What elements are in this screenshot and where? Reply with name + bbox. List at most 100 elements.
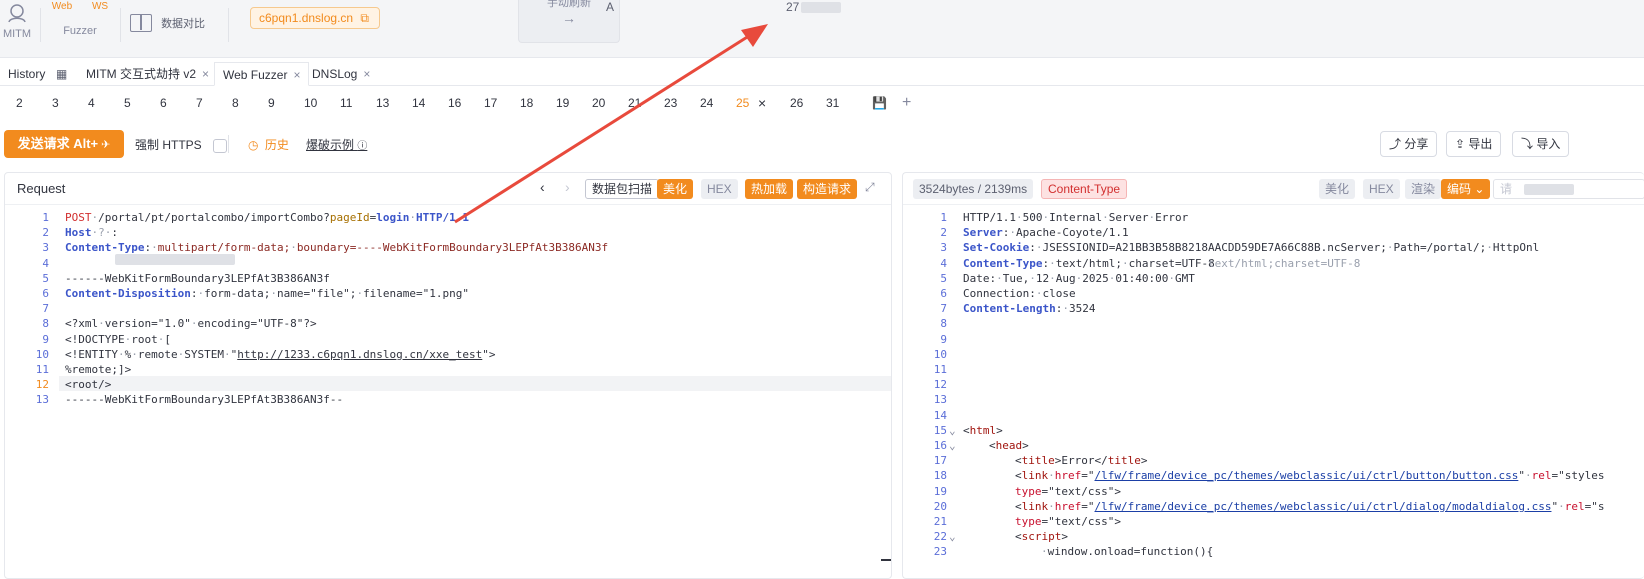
line-number: 4	[940, 256, 947, 270]
tab-label: MITM 交互式劫持 v2	[86, 67, 196, 81]
compare-tool[interactable]: 数据对比	[130, 14, 212, 34]
code-line: Content-Disposition:·form-data;·name="fi…	[65, 287, 470, 300]
fold-icon[interactable]: ⌄	[949, 439, 956, 452]
tab-mitm[interactable]: MITM 交互式劫持 v2 ×	[86, 62, 209, 86]
hex-button[interactable]: HEX	[701, 179, 738, 199]
render-button[interactable]: 渲染	[1405, 179, 1442, 199]
subtab-21[interactable]: 21	[628, 89, 641, 117]
subtab-4[interactable]: 4	[88, 89, 95, 117]
share-icon: ⤴	[1389, 137, 1405, 151]
refresh-panel[interactable]: 手动刷新 →	[518, 0, 620, 43]
export-button[interactable]: ⇪ 导出	[1446, 131, 1502, 157]
subtab-31[interactable]: 31	[826, 89, 839, 117]
line-number: 13	[35, 393, 49, 407]
scan-button[interactable]: 数据包扫描	[585, 179, 660, 199]
history-button[interactable]: ◷ 历史	[248, 136, 289, 153]
subtab-13[interactable]: 13	[376, 89, 389, 117]
web-fuzzer-icon[interactable]: Web	[50, 0, 74, 18]
content-type-hint: text/html;charset=UTF-8	[1208, 256, 1361, 270]
dnslog-domain-chip[interactable]: c6pqn1.dnslog.cn ⧉	[250, 7, 380, 29]
subtab-2[interactable]: 2	[16, 89, 23, 117]
line-number: 9	[940, 332, 947, 346]
chevron-left-icon[interactable]: ‹	[540, 179, 545, 195]
subtab-label: 23	[664, 96, 678, 110]
hotload-button[interactable]: 热加载	[745, 179, 794, 199]
subtab-18[interactable]: 18	[520, 89, 533, 117]
line-number: 8	[940, 317, 947, 331]
response-header: 3524bytes / 2139ms Content-Type 美化 HEX 渲…	[903, 173, 1644, 205]
tab-web-fuzzer[interactable]: Web Fuzzer ×	[214, 62, 310, 86]
fold-icon[interactable]: ⌄	[949, 424, 956, 437]
subtab-20[interactable]: 20	[592, 89, 605, 117]
subtab-10[interactable]: 10	[304, 89, 317, 117]
response-hex-button[interactable]: HEX	[1363, 179, 1400, 199]
tab-history[interactable]: History	[8, 62, 45, 86]
chevron-right-icon[interactable]: ›	[565, 179, 570, 195]
subtab-label: 16	[448, 96, 462, 110]
subtab-label: 10	[304, 96, 318, 110]
ws-fuzzer-icon[interactable]: WS	[88, 0, 112, 18]
subtab-9[interactable]: 9	[268, 89, 275, 117]
code-line: Connection:·close	[963, 287, 1076, 300]
top-toolbar: MITM Web WS Fuzzer 数据对比 c6pqn1.dnslog.cn…	[0, 0, 1644, 58]
subtab-17[interactable]: 17	[484, 89, 497, 117]
web-icon-label: Web	[51, 1, 73, 12]
add-tab-icon[interactable]: +	[902, 89, 911, 117]
line-number: 16	[933, 439, 947, 452]
chevron-down-icon: ⌄	[1471, 182, 1485, 196]
example-link[interactable]: 爆破示例 ⓘ	[306, 136, 367, 153]
close-icon[interactable]: ×	[293, 68, 300, 82]
fullscreen-icon[interactable]: ⤢	[865, 180, 875, 195]
export-icon: ⇪	[1455, 137, 1469, 151]
fold-icon[interactable]: ⌄	[949, 530, 956, 543]
subtab-16[interactable]: 16	[448, 89, 461, 117]
subtab-label: 18	[520, 96, 534, 110]
subtab-25[interactable]: 25	[736, 89, 749, 117]
subtab-26[interactable]: 26	[790, 89, 803, 117]
line-number: 7	[940, 302, 947, 316]
subtab-label: 31	[826, 96, 840, 110]
line-number: 7	[42, 302, 49, 316]
subtab-24[interactable]: 24	[700, 89, 713, 117]
subtab-11[interactable]: 11	[340, 89, 352, 117]
mitm-tool[interactable]: MITM	[0, 2, 34, 42]
subtab-8[interactable]: 8	[232, 89, 239, 117]
mitm-icon	[8, 4, 26, 23]
subtab-14[interactable]: 14	[412, 89, 425, 117]
copy-icon[interactable]: ⧉	[360, 11, 369, 25]
subtab-label: 24	[700, 96, 714, 110]
force-https-toggle[interactable]: 强制 HTTPS	[135, 136, 228, 153]
code-line: ------WebKitFormBoundary3LEPfAt3B386AN3f…	[65, 393, 344, 407]
line-number: 12	[35, 378, 49, 392]
table-icon[interactable]: ▦	[56, 62, 67, 86]
save-icon[interactable]: 💾	[872, 89, 887, 117]
response-pane: 3524bytes / 2139ms Content-Type 美化 HEX 渲…	[902, 172, 1644, 579]
subtab-19[interactable]: 19	[556, 89, 569, 117]
line-number: 2	[42, 226, 49, 240]
subtab-23[interactable]: 23	[664, 89, 677, 117]
build-request-button[interactable]: 构造请求	[797, 179, 858, 199]
send-request-button[interactable]: 发送请求 Alt+ ✈	[4, 130, 124, 158]
line-number: 1	[940, 211, 947, 224]
share-label: 分享	[1404, 137, 1429, 151]
response-search-input[interactable]: 请	[1493, 179, 1644, 199]
force-https-checkbox[interactable]	[213, 138, 228, 153]
line-number: 13	[933, 393, 947, 407]
beautify-button[interactable]: 美化	[657, 179, 694, 199]
close-icon[interactable]: ×	[758, 89, 766, 117]
subtab-7[interactable]: 7	[196, 89, 203, 117]
line-number: 10	[35, 347, 49, 361]
import-button[interactable]: ⤵ 导入	[1512, 131, 1570, 157]
close-icon[interactable]: ×	[202, 67, 209, 81]
line-number: 23	[933, 545, 947, 559]
close-icon[interactable]: ×	[363, 67, 370, 81]
subtab-3[interactable]: 3	[52, 89, 59, 117]
tab-dnslog[interactable]: DNSLog ×	[312, 62, 370, 86]
subtab-6[interactable]: 6	[160, 89, 167, 117]
code-line: Date:·Tue,·12·Aug·2025·01:40:00·GMT	[963, 271, 1195, 285]
response-beautify-button[interactable]: 美化	[1319, 179, 1356, 199]
encode-dropdown[interactable]: 编码 ⌄	[1441, 179, 1491, 199]
share-button[interactable]: ⤴ 分享	[1380, 131, 1438, 157]
content-type-badge[interactable]: Content-Type	[1041, 179, 1128, 199]
subtab-5[interactable]: 5	[124, 89, 131, 117]
